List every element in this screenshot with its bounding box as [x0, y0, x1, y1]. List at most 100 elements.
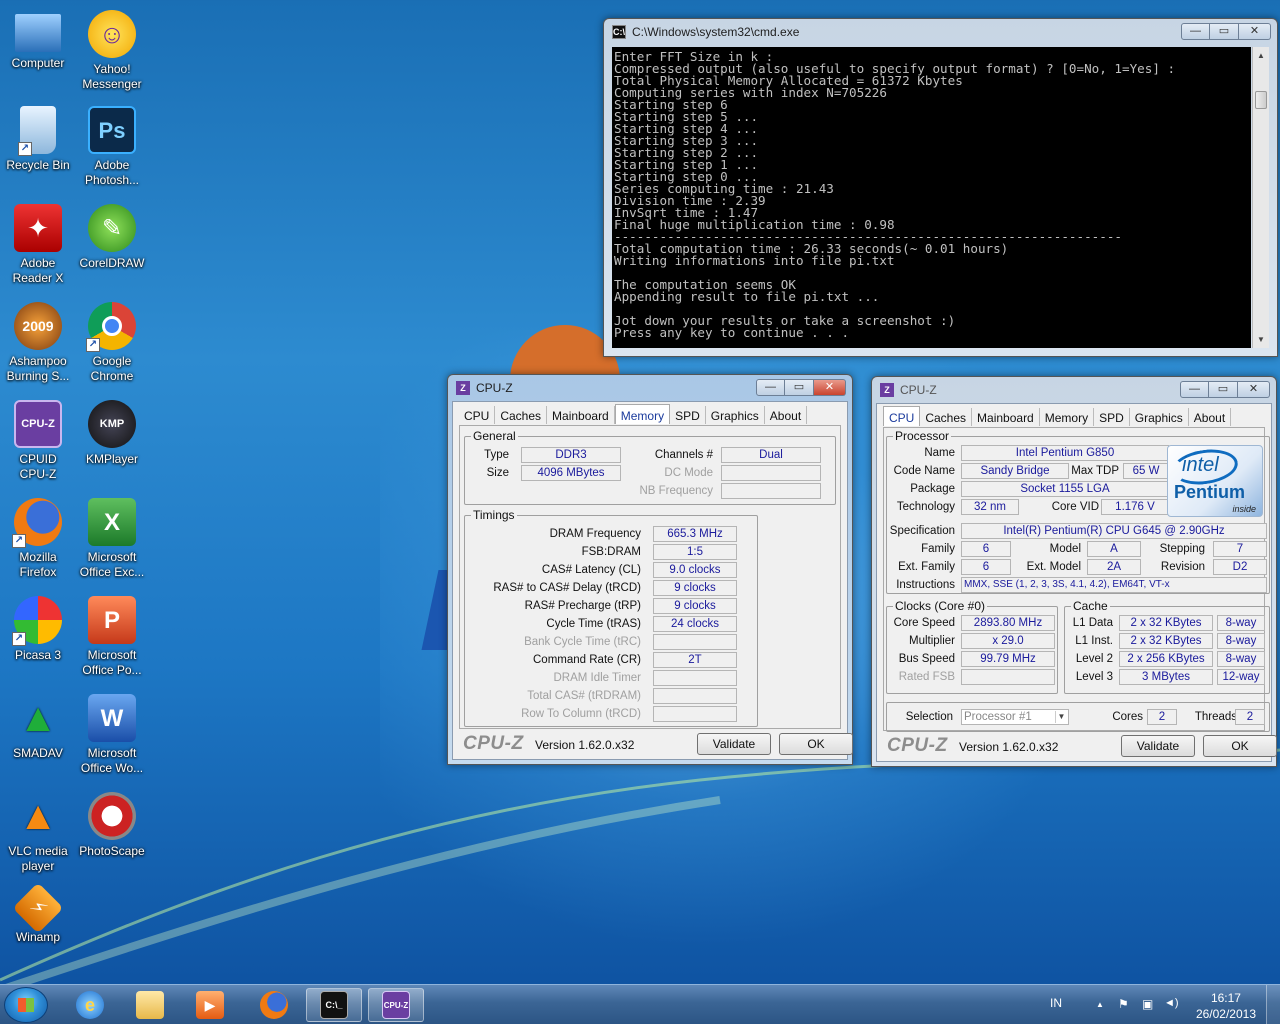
- yahoo-messenger-icon: ☺: [88, 10, 136, 58]
- desktop-icon-ms-excel[interactable]: X Microsoft Office Exc...: [74, 498, 150, 580]
- console-line: Press any key to continue . . .: [614, 325, 850, 340]
- close-button[interactable]: ✕: [1239, 23, 1271, 40]
- tab-mainboard[interactable]: Mainboard: [547, 406, 615, 424]
- tab-about[interactable]: About: [1189, 408, 1232, 426]
- desktop-icon-cpuid-cpuz[interactable]: CPU-Z CPUID CPU-Z: [0, 400, 76, 482]
- cpuz-memory-window[interactable]: Z CPU-Z — ▭ ✕ CPU Caches Mainboard Memor…: [447, 374, 853, 765]
- minimize-button[interactable]: —: [1180, 381, 1209, 398]
- console-line: Appending result to file pi.txt ...: [614, 289, 880, 304]
- tab-cpu[interactable]: CPU: [883, 406, 921, 426]
- desktop-icon-ms-word[interactable]: W Microsoft Office Wo...: [74, 694, 150, 776]
- multiplier-label: Multiplier: [908, 635, 955, 647]
- cmd-console-output[interactable]: Enter FFT Size in k : Compressed output (…: [612, 47, 1251, 348]
- desktop-icon-label: player: [21, 859, 55, 873]
- taskbar-cpuz[interactable]: CPU-Z: [368, 988, 424, 1022]
- validate-button[interactable]: Validate: [1121, 735, 1195, 757]
- taskbar-cmd[interactable]: C:\_: [306, 988, 362, 1022]
- scroll-up-icon[interactable]: ▲: [1253, 47, 1269, 64]
- cmd-scrollbar[interactable]: ▲ ▼: [1252, 47, 1269, 348]
- language-indicator[interactable]: IN: [1050, 996, 1062, 1010]
- tab-cpu[interactable]: CPU: [459, 406, 496, 424]
- desktop-icon-kmplayer[interactable]: KMP KMPlayer: [74, 400, 150, 467]
- volume-icon[interactable]: ◄): [1164, 997, 1179, 1009]
- desktop-icon-adobe-photoshop[interactable]: Ps Adobe Photosh...: [74, 106, 150, 188]
- ok-button[interactable]: OK: [1203, 735, 1277, 757]
- desktop-icon-mozilla-firefox[interactable]: ↗ Mozilla Firefox: [0, 498, 76, 580]
- intel-product-text: Pentium: [1174, 482, 1246, 502]
- scroll-down-icon[interactable]: ▼: [1253, 331, 1269, 348]
- taskbar-firefox[interactable]: [246, 988, 302, 1022]
- tab-caches[interactable]: Caches: [920, 408, 973, 426]
- desktop-icon-coreldraw[interactable]: ✎ CorelDRAW: [74, 204, 150, 271]
- desktop-icon-label: Messenger: [82, 77, 142, 91]
- tab-spd[interactable]: SPD: [670, 406, 706, 424]
- minimize-button[interactable]: —: [756, 379, 785, 396]
- tab-memory[interactable]: Memory: [1040, 408, 1095, 426]
- taskbar-media-player[interactable]: ▶: [182, 988, 238, 1022]
- desktop-icon-label: Firefox: [19, 565, 57, 579]
- desktop-icon-vlc[interactable]: ▲ VLC media player: [0, 792, 76, 874]
- desktop-icon-yahoo-messenger[interactable]: ☺ Yahoo! Messenger: [74, 10, 150, 92]
- family-label: Family: [921, 543, 955, 555]
- tab-about[interactable]: About: [765, 406, 808, 424]
- cpu-panel: Processor Name Intel Pentium G850 Code N…: [883, 427, 1270, 732]
- maximize-button[interactable]: ▭: [1210, 23, 1239, 40]
- cpuz-cpu-window[interactable]: Z CPU-Z — ▭ ✕ CPU Caches Mainboard Memor…: [871, 376, 1277, 767]
- tab-graphics[interactable]: Graphics: [1130, 408, 1189, 426]
- timing-label: DRAM Idle Timer: [553, 672, 641, 684]
- close-button[interactable]: ✕: [814, 379, 846, 396]
- network-icon[interactable]: ▣: [1142, 997, 1153, 1011]
- desktop-icon-picasa[interactable]: ↗ Picasa 3: [0, 596, 76, 663]
- cpuz-tab-strip: CPU Caches Mainboard Memory SPD Graphics…: [883, 406, 1232, 428]
- code-name-value: Sandy Bridge: [961, 463, 1069, 479]
- cache-size-value: 2 x 32 KBytes: [1119, 615, 1213, 631]
- show-desktop-button[interactable]: [1266, 985, 1280, 1024]
- timing-value: 9 clocks: [653, 580, 737, 596]
- desktop-icon-photoscape[interactable]: ◐ PhotoScape: [74, 792, 150, 859]
- cmd-icon: C:\_: [320, 991, 348, 1019]
- cache-level-label: L1 Data: [1072, 617, 1113, 629]
- nb-frequency-label: NB Frequency: [639, 485, 713, 497]
- desktop-icon-google-chrome[interactable]: ↗ Google Chrome: [74, 302, 150, 384]
- desktop-icon-computer[interactable]: Computer: [0, 10, 76, 71]
- desktop-icon-ms-powerpoint[interactable]: P Microsoft Office Po...: [74, 596, 150, 678]
- timing-label: Command Rate (CR): [533, 654, 641, 666]
- photoscape-icon: ◐: [88, 792, 136, 840]
- winamp-icon: ⚡: [12, 882, 64, 934]
- word-icon: W: [88, 694, 136, 742]
- tab-caches[interactable]: Caches: [495, 406, 548, 424]
- tab-graphics[interactable]: Graphics: [706, 406, 765, 424]
- desktop-icon-label: Microsoft: [87, 550, 137, 564]
- family-value: 6: [961, 541, 1011, 557]
- processor-select[interactable]: Processor #1 ▼: [961, 709, 1069, 725]
- desktop-icon-recycle-bin[interactable]: ↗ Recycle Bin: [0, 106, 76, 173]
- maximize-button[interactable]: ▭: [785, 379, 814, 396]
- validate-button[interactable]: Validate: [697, 733, 771, 755]
- desktop-icon-label: Ashampoo: [9, 354, 67, 368]
- tab-mainboard[interactable]: Mainboard: [972, 408, 1040, 426]
- tab-memory[interactable]: Memory: [614, 404, 671, 424]
- desktop-icon-winamp[interactable]: ⚡ Winamp: [0, 882, 76, 945]
- taskbar-internet-explorer[interactable]: e: [62, 988, 118, 1022]
- minimize-button[interactable]: —: [1181, 23, 1210, 40]
- cmd-window[interactable]: C:\ C:\Windows\system32\cmd.exe — ▭ ✕ En…: [603, 18, 1278, 357]
- coreldraw-icon: ✎: [88, 204, 136, 252]
- maximize-button[interactable]: ▭: [1209, 381, 1238, 398]
- specification-value: Intel(R) Pentium(R) CPU G645 @ 2.90GHz: [961, 523, 1267, 539]
- timing-value: 24 clocks: [653, 616, 737, 632]
- taskbar-explorer[interactable]: [122, 988, 178, 1022]
- revision-value: D2: [1213, 559, 1267, 575]
- desktop-icon-ashampoo[interactable]: 2009 Ashampoo Burning S...: [0, 302, 76, 384]
- close-button[interactable]: ✕: [1238, 381, 1270, 398]
- tab-spd[interactable]: SPD: [1094, 408, 1130, 426]
- desktop-icon-smadav[interactable]: ▲ SMADAV: [0, 694, 76, 761]
- clock[interactable]: 16:17 26/02/2013: [1196, 990, 1256, 1022]
- cmd-titlebar[interactable]: C:\ C:\Windows\system32\cmd.exe: [604, 19, 1277, 45]
- start-button[interactable]: [4, 987, 48, 1023]
- desktop-icon-label: CPUID: [19, 452, 57, 466]
- ok-button[interactable]: OK: [779, 733, 853, 755]
- show-hidden-icons-icon[interactable]: ▲: [1096, 1000, 1104, 1009]
- action-center-flag-icon[interactable]: ⚑: [1118, 997, 1129, 1011]
- scroll-thumb[interactable]: [1255, 91, 1267, 109]
- desktop-icon-adobe-reader[interactable]: ✦ Adobe Reader X: [0, 204, 76, 286]
